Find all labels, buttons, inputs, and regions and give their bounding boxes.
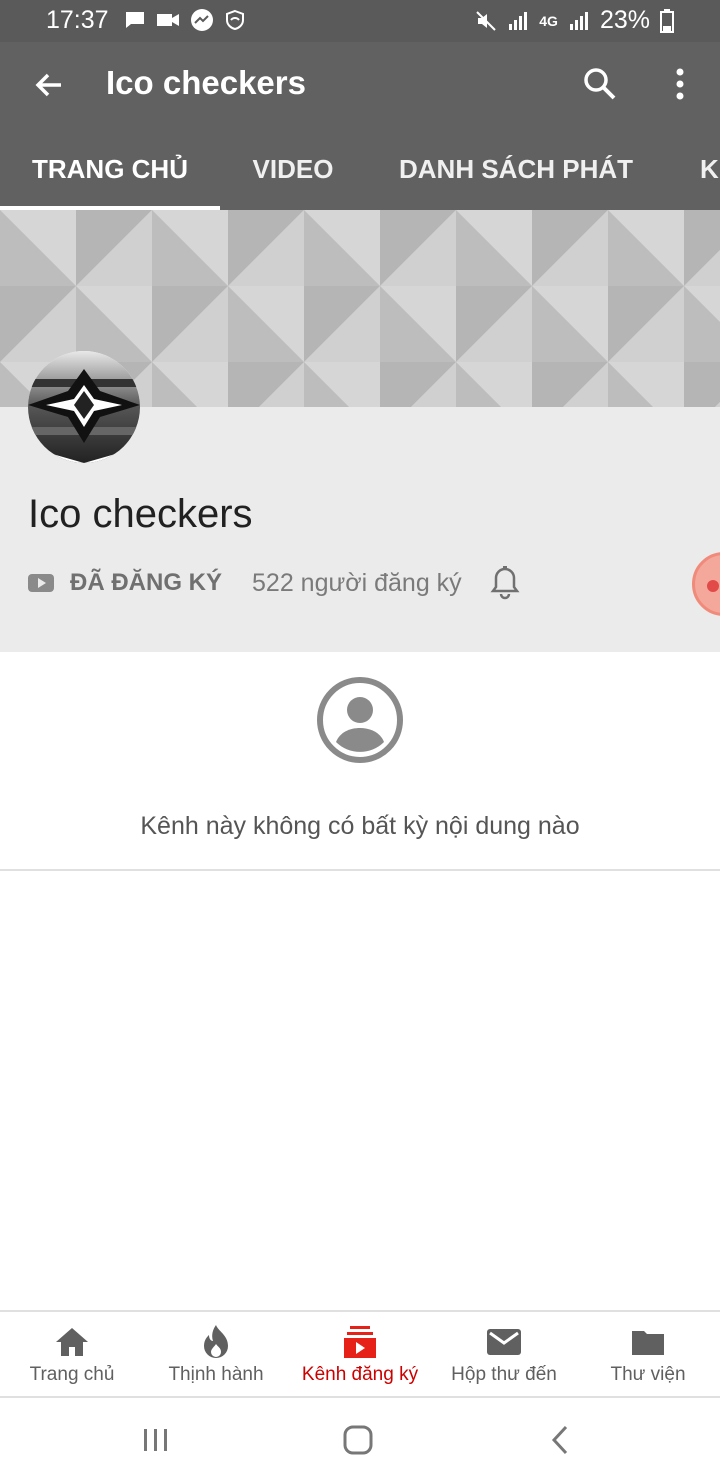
notification-icons <box>124 8 246 32</box>
system-status-icons: 4G 23% <box>475 6 674 35</box>
recent-apps-icon <box>144 1429 167 1451</box>
mail-icon <box>487 1329 521 1355</box>
recent-apps-button[interactable] <box>134 1420 178 1460</box>
tab-partial[interactable]: K <box>666 128 720 210</box>
video-call-icon <box>157 14 179 26</box>
flame-icon <box>204 1325 228 1358</box>
more-vert-icon <box>676 68 684 100</box>
back-button[interactable] <box>28 64 70 106</box>
channel-name: Ico checkers <box>28 492 253 536</box>
channel-avatar[interactable] <box>28 351 140 463</box>
channel-tabs: TRANG CHỦ VIDEO DANH SÁCH PHÁT K <box>0 128 720 210</box>
battery-percent: 23% <box>599 6 650 34</box>
messenger-icon <box>191 9 213 31</box>
account-circle-icon <box>317 677 403 763</box>
signal-icon <box>509 11 528 30</box>
nav-library[interactable]: Thư viện <box>576 1312 720 1398</box>
search-button[interactable] <box>578 62 622 106</box>
system-navigation-bar <box>0 1398 720 1480</box>
home-button[interactable] <box>336 1420 380 1460</box>
bell-icon <box>490 566 520 600</box>
bottom-navigation: Trang chủ Thịnh hành Kênh đăng ký Hộp th… <box>0 1310 720 1398</box>
subscription-row: ĐÃ ĐĂNG KÝ 522 người đăng ký <box>28 563 522 603</box>
home-icon <box>56 1328 88 1356</box>
subscriber-count: 522 người đăng ký <box>252 568 462 597</box>
youtube-play-icon <box>28 574 54 592</box>
nav-label-inbox: Hộp thư đến <box>451 1364 557 1385</box>
nav-trending[interactable]: Thịnh hành <box>144 1312 288 1398</box>
message-icon <box>126 12 144 28</box>
search-icon <box>584 68 616 100</box>
tab-home[interactable]: TRANG CHỦ <box>0 128 220 210</box>
nav-label-trending: Thịnh hành <box>168 1364 264 1385</box>
more-options-button[interactable] <box>660 62 700 106</box>
empty-message: Kênh này không có bất kỳ nội dung nào <box>140 812 580 840</box>
battery-icon <box>660 8 674 33</box>
app-bar: Ico checkers <box>0 42 720 128</box>
back-nav-button[interactable] <box>538 1420 582 1460</box>
folder-icon <box>632 1331 664 1355</box>
nav-label-library: Thư viện <box>610 1364 686 1385</box>
network-type: 4G <box>539 12 558 29</box>
signal-icon-2 <box>569 11 588 30</box>
nav-inbox[interactable]: Hộp thư đến <box>432 1312 576 1398</box>
channel-logo-icon <box>28 351 140 463</box>
floating-dot-icon <box>707 580 719 592</box>
nav-home[interactable]: Trang chủ <box>0 1312 144 1398</box>
mute-icon <box>476 10 496 31</box>
vpn-shield-icon <box>226 9 244 31</box>
status-time: 17:37 <box>46 6 109 34</box>
nav-label-subscriptions: Kênh đăng ký <box>301 1364 419 1385</box>
notification-bell-button[interactable] <box>488 564 522 602</box>
tab-playlists[interactable]: DANH SÁCH PHÁT <box>366 128 666 210</box>
back-arrow-icon <box>35 73 61 97</box>
nav-subscriptions[interactable]: Kênh đăng ký <box>288 1312 432 1398</box>
back-chevron-icon <box>551 1425 568 1455</box>
home-circle-icon <box>343 1425 373 1455</box>
subscriptions-icon <box>344 1326 376 1358</box>
subscribed-button[interactable]: ĐÃ ĐĂNG KÝ <box>70 569 222 597</box>
tab-video[interactable]: VIDEO <box>220 128 366 210</box>
empty-state: Kênh này không có bất kỳ nội dung nào <box>0 652 720 871</box>
app-title: Ico checkers <box>106 64 306 101</box>
status-bar: 17:37 4G 23% <box>0 0 720 42</box>
nav-label-home: Trang chủ <box>29 1364 115 1385</box>
